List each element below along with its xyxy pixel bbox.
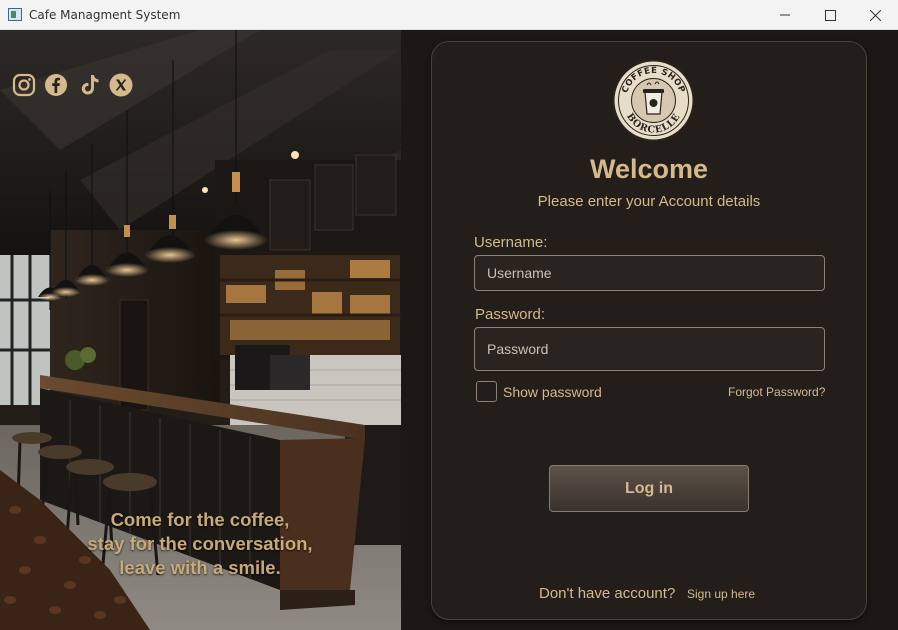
facebook-icon[interactable] [44, 73, 70, 99]
tagline-line-1: Come for the coffee, [110, 509, 290, 530]
close-button[interactable] [852, 0, 898, 30]
app-icon [8, 8, 22, 21]
x-icon[interactable] [109, 73, 135, 99]
close-icon [869, 9, 881, 21]
maximize-icon [824, 9, 836, 21]
welcome-heading: Welcome [589, 154, 709, 184]
cafe-photo-panel: Come for the coffee, stay for the conver… [0, 30, 401, 630]
login-button[interactable]: Log in [549, 465, 749, 512]
forgot-password-link[interactable]: Forgot Password? [728, 385, 825, 399]
tagline-line-3: leave with a smile. [119, 557, 281, 578]
window-title: Cafe Managment System [29, 8, 181, 22]
username-input[interactable] [474, 255, 825, 291]
show-password-checkbox[interactable] [476, 381, 497, 402]
password-label: Password: [475, 306, 546, 323]
password-input[interactable] [474, 327, 825, 371]
login-subtitle: Please enter your Account details [537, 193, 761, 210]
show-password-label[interactable]: Show password [503, 384, 602, 400]
maximize-button[interactable] [807, 0, 853, 30]
instagram-icon[interactable] [12, 73, 38, 99]
username-label: Username: [474, 234, 548, 251]
window-titlebar: Cafe Managment System [0, 0, 898, 30]
no-account-text: Don't have account? [539, 585, 676, 602]
minimize-icon [780, 14, 790, 16]
coffee-shop-logo: COFFEE SHOP BORCELLE [612, 59, 695, 142]
signup-link[interactable]: Sign up here [687, 587, 755, 601]
tagline-line-2: stay for the conversation, [87, 533, 313, 554]
tiktok-icon[interactable] [77, 73, 103, 99]
cafe-tagline: Come for the coffee, stay for the conver… [60, 508, 340, 580]
minimize-button[interactable] [762, 0, 808, 30]
